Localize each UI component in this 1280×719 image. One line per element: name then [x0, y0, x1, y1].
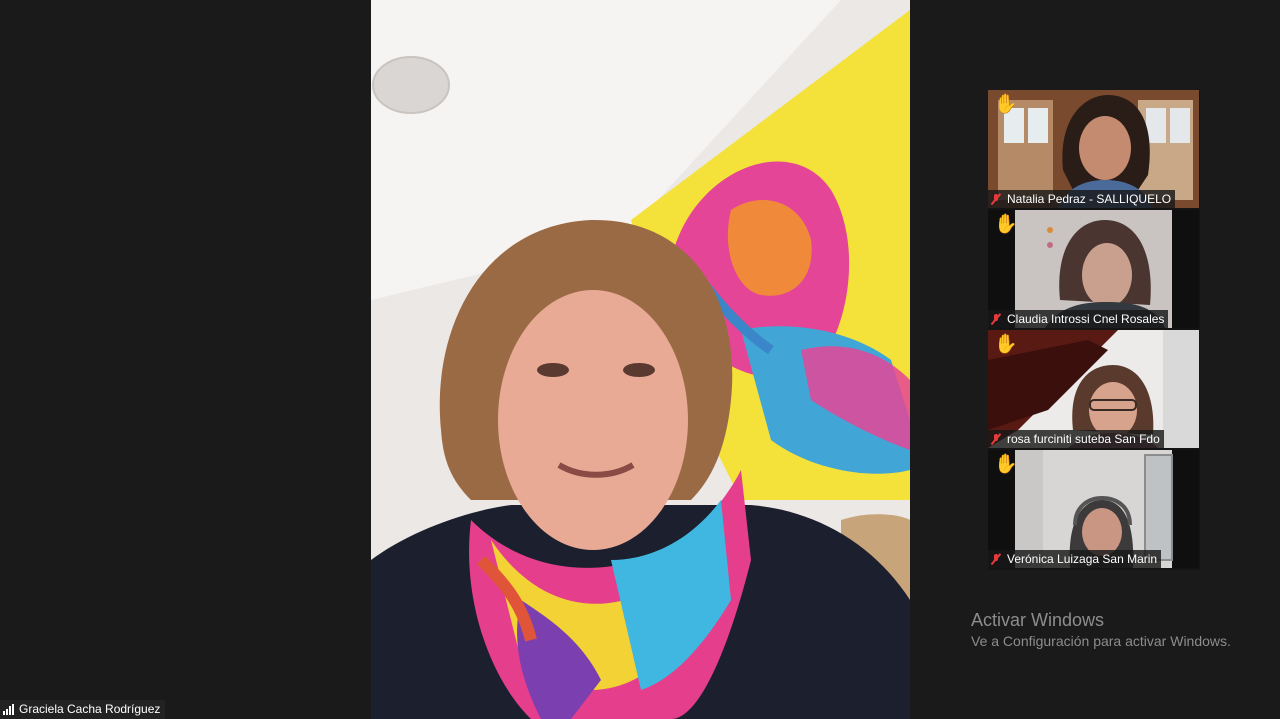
watermark-title: Activar Windows [971, 610, 1105, 630]
muted-microphone-icon [991, 553, 1001, 565]
participant-name-tag: Natalia Pedraz - SALLIQUELO [988, 190, 1176, 208]
main-speaker-image [371, 0, 910, 719]
participant-name: Claudia Introssi Cnel Rosales [1007, 312, 1165, 326]
main-speaker-video[interactable] [371, 0, 910, 719]
active-speaker-label: Graciela Cacha Rodríguez [0, 700, 166, 719]
participant-tile[interactable]: ✋ Verónica Luizaga San Marin [988, 450, 1199, 568]
participant-tile[interactable]: ✋ rosa furciniti suteba San Fdo [988, 330, 1199, 448]
participant-name-tag: Claudia Introssi Cnel Rosales [988, 310, 1169, 328]
participant-gallery: ✋ Natalia Pedraz - SALLIQUELO ✋ Claudia … [988, 90, 1200, 570]
active-speaker-name: Graciela Cacha Rodríguez [19, 702, 161, 716]
muted-microphone-icon [991, 433, 1001, 445]
signal-bars-icon [3, 704, 15, 715]
windows-activation-watermark: Activar Windows Ve a Configuración para … [971, 609, 1231, 650]
raised-hand-icon: ✋ [994, 454, 1018, 475]
muted-microphone-icon [991, 193, 1001, 205]
muted-microphone-icon [991, 313, 1001, 325]
video-meeting-window: Graciela Cacha Rodríguez ✋ Natalia Pedra… [0, 0, 1280, 719]
participant-name-tag: Verónica Luizaga San Marin [988, 550, 1162, 568]
participant-name: Natalia Pedraz - SALLIQUELO [1007, 192, 1172, 206]
participant-tile[interactable]: ✋ Natalia Pedraz - SALLIQUELO [988, 90, 1199, 208]
watermark-subtitle: Ve a Configuración para activar Windows. [971, 633, 1231, 649]
participant-name-tag: rosa furciniti suteba San Fdo [988, 430, 1164, 448]
participant-name: Verónica Luizaga San Marin [1007, 552, 1158, 566]
participant-name: rosa furciniti suteba San Fdo [1007, 432, 1160, 446]
participant-tile[interactable]: ✋ Claudia Introssi Cnel Rosales [988, 210, 1199, 328]
raised-hand-icon: ✋ [994, 214, 1018, 235]
raised-hand-icon: ✋ [994, 94, 1018, 115]
raised-hand-icon: ✋ [994, 334, 1018, 355]
